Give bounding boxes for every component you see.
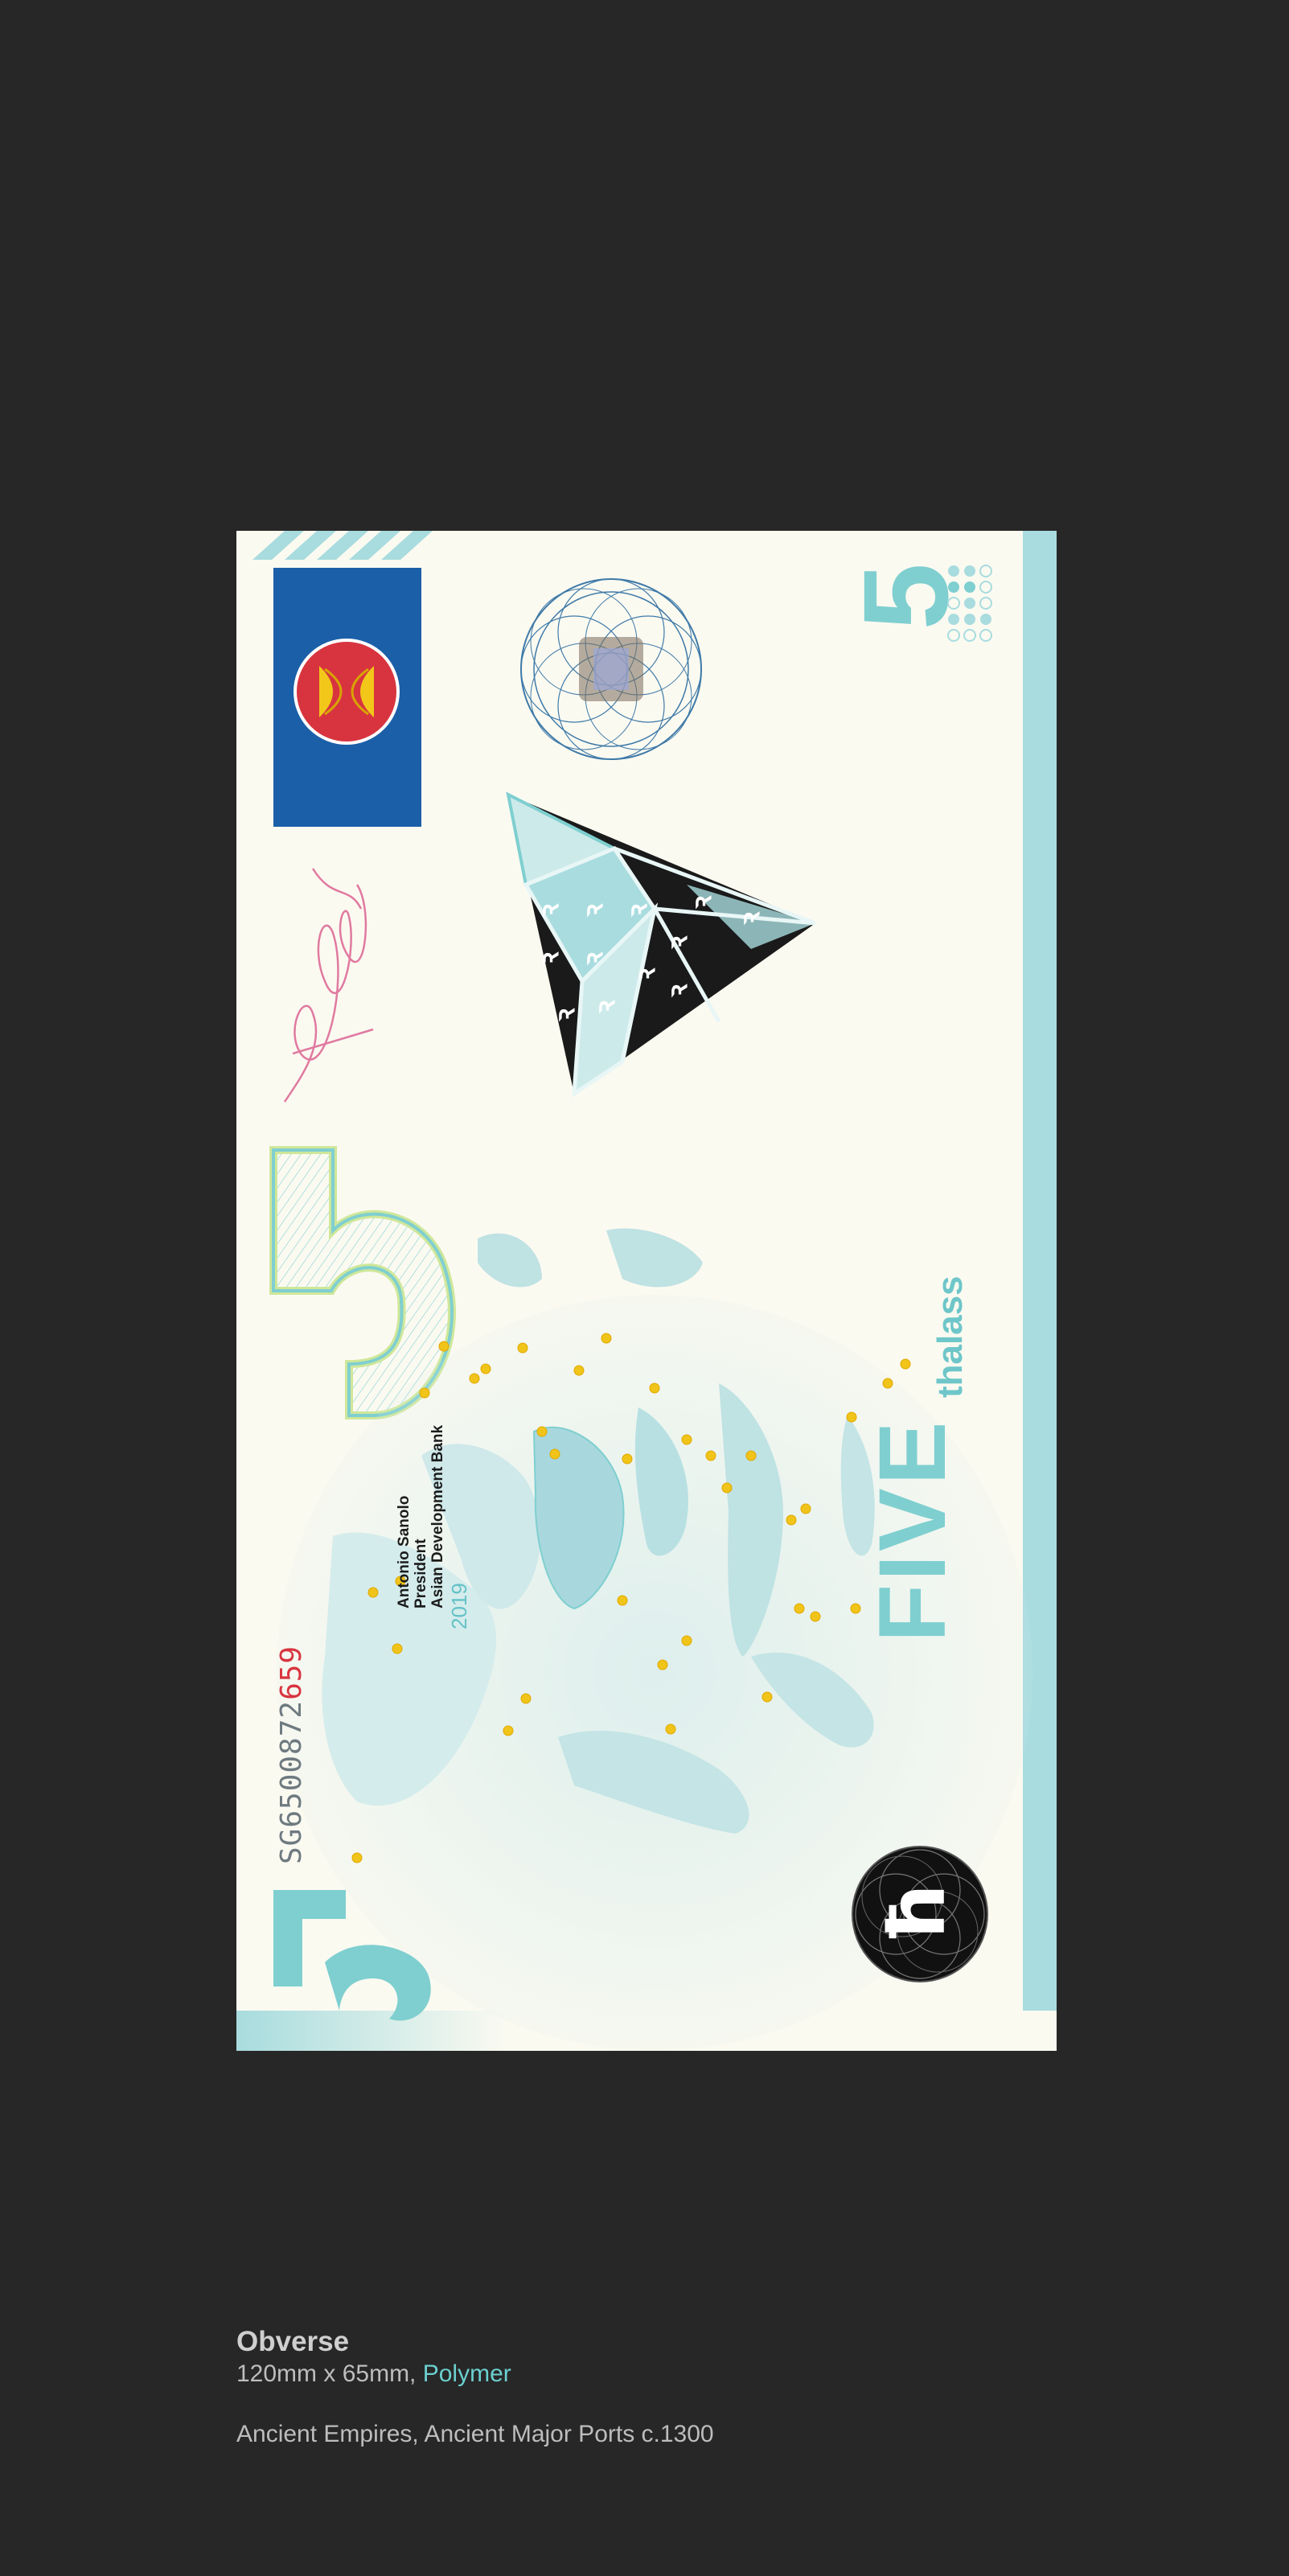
caption-title: Obverse xyxy=(236,2326,350,2357)
port-dot xyxy=(721,1482,733,1493)
serial-number: SG6500872659 xyxy=(275,1645,308,1864)
bottom-fade-bar xyxy=(236,2011,510,2051)
triangle-glyph: ꝛ xyxy=(589,1000,622,1014)
port-dot xyxy=(649,1382,660,1394)
port-dot xyxy=(846,1411,857,1423)
caption-material: Polymer xyxy=(422,2360,511,2387)
banknote-obverse: 5 ꝛꝛꝛꝛꝛꝛꝛꝛꝛꝛꝛꝛ ħ SG6500872659 Antonio Sa… xyxy=(236,531,1057,2051)
port-dot xyxy=(794,1603,805,1614)
denomination-word: FIVE xyxy=(860,1418,966,1642)
port-dot xyxy=(517,1342,528,1354)
currency-name: thalass xyxy=(930,1276,970,1398)
port-dot xyxy=(681,1434,692,1445)
port-dot xyxy=(438,1341,450,1352)
triangle-glyph: ꝛ xyxy=(662,935,694,950)
port-dot xyxy=(786,1514,797,1526)
port-dot xyxy=(601,1333,612,1344)
port-dot xyxy=(480,1363,491,1374)
signatory-organization: Asian Development Bank xyxy=(429,1424,446,1608)
triangle-glyph: ꝛ xyxy=(686,895,718,910)
signatory-title: President xyxy=(413,1539,429,1608)
port-dot xyxy=(705,1450,716,1461)
triangle-glyph: ꝛ xyxy=(533,951,565,966)
triangle-glyph: ꝛ xyxy=(549,1008,581,1022)
port-dot xyxy=(536,1426,548,1437)
triangle-glyph: ꝛ xyxy=(630,968,662,982)
asean-flag xyxy=(273,568,421,827)
port-dot xyxy=(800,1503,811,1514)
corner-stripes xyxy=(252,531,433,560)
caption-block: Obverse 120mm x 65mm, Polymer Ancient Em… xyxy=(236,2326,714,2448)
triangle-glyph: ꝛ xyxy=(734,911,766,926)
serial-prefix: SG6500872 xyxy=(275,1699,308,1864)
port-dot xyxy=(882,1378,893,1389)
currency-symbol-rosette: ħ xyxy=(852,1846,988,1982)
serial-suffix: 659 xyxy=(275,1645,308,1700)
triangle-glyph: ꝛ xyxy=(662,984,694,998)
port-dot xyxy=(617,1595,628,1606)
port-dot xyxy=(657,1659,668,1670)
triangle-glyph: ꝛ xyxy=(577,951,610,966)
port-dot xyxy=(367,1587,379,1598)
signatory-name: Antonio Sanolo xyxy=(396,1495,413,1608)
issue-year: 2019 xyxy=(447,1583,471,1629)
triangle-glyph: ꝛ xyxy=(577,903,610,918)
port-dot xyxy=(549,1448,560,1460)
hologram-rosette xyxy=(520,578,702,760)
port-dot xyxy=(900,1358,911,1370)
port-dot xyxy=(469,1373,480,1384)
caption-description: Ancient Empires, Ancient Major Ports c.1… xyxy=(236,2421,714,2447)
security-stripe xyxy=(1023,531,1057,2011)
port-dot xyxy=(665,1723,676,1735)
port-dot xyxy=(351,1852,363,1863)
port-dot xyxy=(681,1635,692,1646)
handwritten-signature-icon xyxy=(283,868,374,1103)
caption-dimensions: 120mm x 65mm, xyxy=(236,2360,423,2387)
port-dot xyxy=(810,1611,821,1622)
port-dot xyxy=(392,1643,403,1654)
port-dot xyxy=(419,1387,430,1399)
port-dot xyxy=(622,1453,633,1465)
port-dot xyxy=(503,1725,514,1736)
triangle-glyph: ꝛ xyxy=(533,903,565,918)
port-dot xyxy=(761,1691,773,1703)
port-dot xyxy=(573,1365,585,1376)
caption-specs: 120mm x 65mm, Polymer xyxy=(236,2358,714,2390)
port-dot xyxy=(745,1450,757,1461)
geometric-pattern-triangle: ꝛ ꝛ ꝛꝛ ꝛꝛꝛꝛꝛꝛꝛꝛ xyxy=(506,791,816,1098)
signatory-block: Antonio Sanolo President Asian Developme… xyxy=(396,1425,446,1608)
currency-symbol-icon: ħ xyxy=(872,1884,963,1945)
port-dot xyxy=(520,1693,532,1704)
triangle-glyph: ꝛ xyxy=(622,903,654,918)
asean-emblem-icon xyxy=(294,639,400,745)
